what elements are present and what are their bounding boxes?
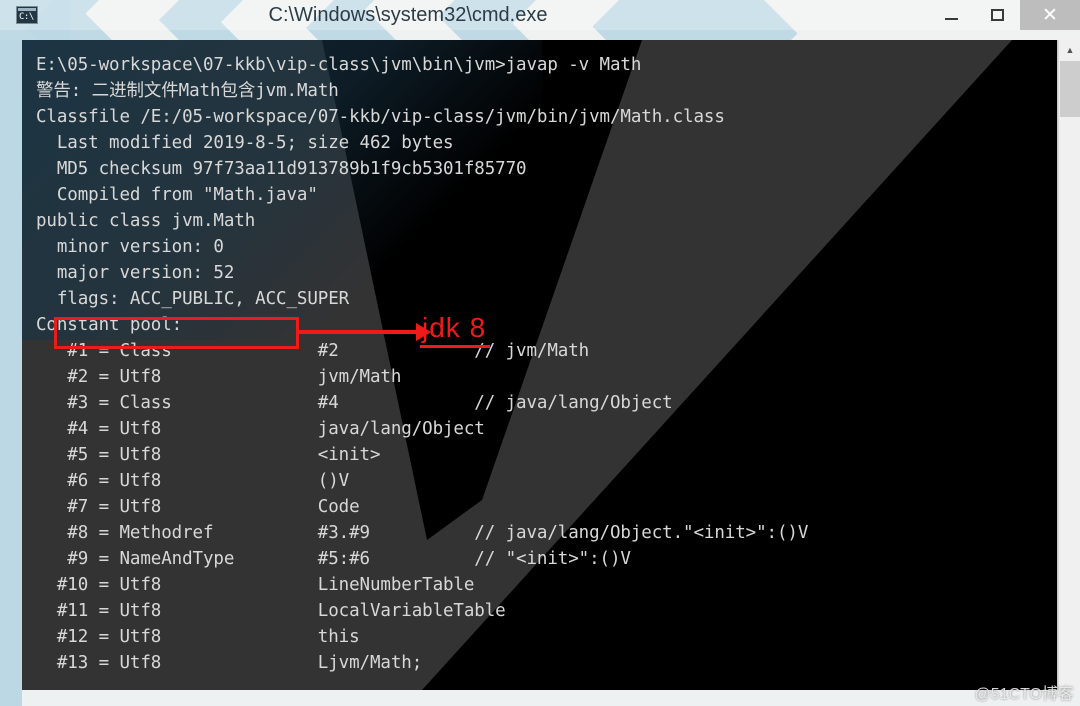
terminal-line: 警告: 二进制文件Math包含jvm.Math: [36, 81, 339, 101]
terminal-line: #5 = Utf8 <init>: [36, 445, 381, 465]
terminal-line: #10 = Utf8 LineNumberTable: [36, 575, 475, 595]
terminal-line: #3 = Class #4 // java/lang/Object: [36, 393, 673, 413]
terminal-line: public class jvm.Math: [36, 211, 256, 231]
terminal-text: E:\05-workspace\07-kkb\vip-class\jvm\bin…: [36, 52, 1036, 676]
terminal-line: #4 = Utf8 java/lang/Object: [36, 419, 485, 439]
annotation-arrow-icon: [299, 323, 431, 341]
terminal-line: Compiled from "Math.java": [36, 185, 318, 205]
cmd-icon: C:\: [16, 6, 38, 24]
terminal-line: #6 = Utf8 ()V: [36, 471, 350, 491]
terminal-line: #8 = Methodref #3.#9 // java/lang/Object…: [36, 523, 809, 543]
terminal-line: Classfile /E:/05-workspace/07-kkb/vip-cl…: [36, 107, 725, 127]
terminal-line: Constant pool:: [36, 315, 183, 335]
terminal-line: major version: 52: [36, 263, 235, 283]
terminal-line: Last modified 2019-8-5; size 462 bytes: [36, 133, 454, 153]
desktop-background: C:\ C:\Windows\system32\cmd.exe ✕ E:\05-…: [0, 0, 1080, 706]
maximize-button[interactable]: [974, 0, 1020, 30]
terminal-line: E:\05-workspace\07-kkb\vip-class\jvm\bin…: [36, 55, 642, 75]
cmd-window: C:\ C:\Windows\system32\cmd.exe ✕ E:\05-…: [0, 0, 1080, 706]
close-button[interactable]: ✕: [1020, 0, 1080, 30]
vertical-scrollbar[interactable]: ▲: [1058, 40, 1080, 690]
title-bar[interactable]: C:\ C:\Windows\system32\cmd.exe ✕: [0, 0, 1080, 30]
site-watermark: @51CTO博客: [974, 686, 1074, 703]
terminal-line: MD5 checksum 97f73aa11d913789b1f9cb5301f…: [36, 159, 527, 179]
minimize-icon: [944, 18, 958, 20]
minimize-button[interactable]: [928, 0, 974, 30]
terminal-line: #1 = Class #2 // jvm/Math: [36, 341, 590, 361]
terminal-output-area[interactable]: E:\05-workspace\07-kkb\vip-class\jvm\bin…: [22, 40, 1058, 690]
annotation-label: jdk 8: [420, 312, 491, 348]
close-icon: ✕: [1042, 4, 1058, 26]
cmd-icon-prompt: C:\: [19, 12, 34, 22]
terminal-line: #9 = NameAndType #5:#6 // "<init>":()V: [36, 549, 631, 569]
terminal-line: #12 = Utf8 this: [36, 627, 360, 647]
scrollbar-thumb[interactable]: [1060, 61, 1080, 117]
window-title: C:\Windows\system32\cmd.exe: [268, 3, 548, 26]
maximize-icon: [990, 9, 1004, 21]
terminal-line: #2 = Utf8 jvm/Math: [36, 367, 402, 387]
terminal-line: flags: ACC_PUBLIC, ACC_SUPER: [36, 289, 350, 309]
terminal-line: #13 = Utf8 Ljvm/Math;: [36, 653, 423, 673]
cmd-icon-titlestrip: [18, 8, 36, 11]
terminal-line: #11 = Utf8 LocalVariableTable: [36, 601, 506, 621]
scroll-up-arrow-icon[interactable]: ▲: [1059, 40, 1080, 60]
terminal-line: #7 = Utf8 Code: [36, 497, 360, 517]
terminal-line: minor version: 0: [36, 237, 224, 257]
